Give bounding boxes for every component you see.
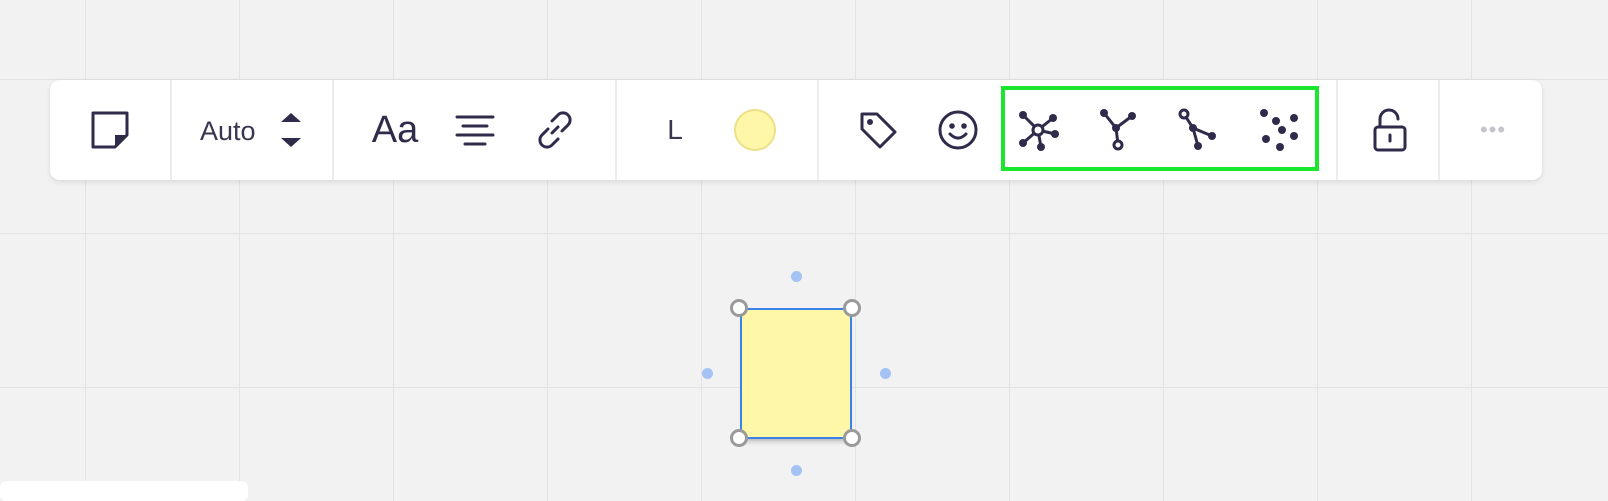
lock-toggle-button[interactable] [1365,105,1415,155]
more-options-button[interactable]: ••• [1468,105,1518,155]
add-reaction-button[interactable] [933,105,983,155]
add-tag-button[interactable] [853,105,903,155]
toolbar-divider [615,80,617,180]
text-size-button[interactable]: L [650,105,700,155]
text-size-label: L [667,114,683,145]
align-center-icon [455,115,495,146]
resize-handle-top-left[interactable] [730,299,748,317]
text-style-button[interactable]: Aa [370,105,420,155]
toolbar-divider [1438,80,1440,180]
more-icon: ••• [1479,117,1507,142]
sticky-note-shape-button[interactable] [85,105,135,155]
font-size-label: Auto [200,116,256,146]
stepper-icon [281,113,301,147]
selection-frame [740,308,852,439]
toolbar-divider [1336,80,1338,180]
toolbar-divider [332,80,334,180]
connector-anchor-top[interactable] [791,271,802,282]
toolbar-divider [817,80,819,180]
resize-handle-bottom-right[interactable] [843,429,861,447]
link-icon [538,111,572,149]
color-swatch [734,109,776,151]
bottom-panel-edge [0,481,248,501]
insert-link-button[interactable] [530,105,580,155]
connector-anchor-bottom[interactable] [791,465,802,476]
resize-handle-bottom-left[interactable] [730,429,748,447]
toolbar-divider [170,80,172,180]
connector-anchor-left[interactable] [702,368,713,379]
font-size-stepper[interactable] [276,105,306,155]
tag-icon [860,112,897,149]
highlight-box [1001,86,1319,171]
text-style-icon: Aa [371,108,419,151]
connector-anchor-right[interactable] [880,368,891,379]
unlock-icon [1373,108,1407,152]
text-align-button[interactable] [450,105,500,155]
emoji-icon [938,110,978,150]
sticky-note-icon [91,111,129,149]
sticky-color-button[interactable] [730,105,780,155]
resize-handle-top-right[interactable] [843,299,861,317]
